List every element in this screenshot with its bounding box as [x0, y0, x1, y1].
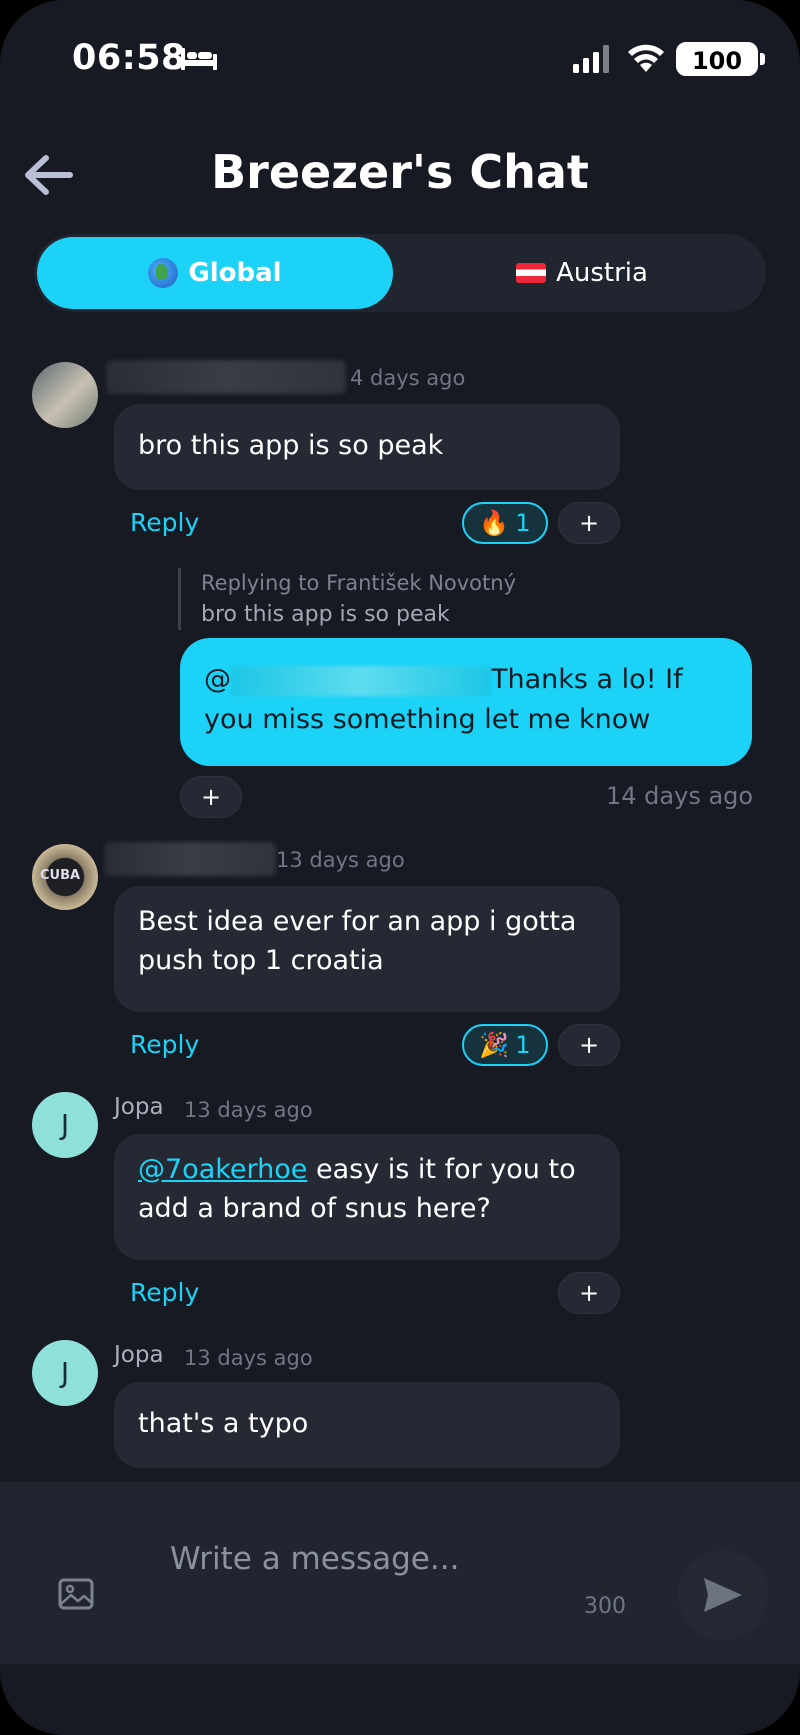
- add-reaction-button[interactable]: +: [558, 1024, 620, 1066]
- mention-link[interactable]: @7oakerhoe: [138, 1154, 307, 1185]
- message-text: bro this app is so peak: [138, 430, 444, 461]
- message-bubble[interactable]: @7oakerhoe easy is it for you to add a b…: [114, 1134, 620, 1260]
- battery-indicator: 100: [676, 42, 766, 76]
- fire-emoji-icon: 🔥: [479, 509, 510, 537]
- sender-name: Jopa: [114, 1342, 164, 1368]
- wifi-icon: [628, 44, 664, 72]
- redacted-mention: [231, 665, 491, 696]
- reaction-count: 1: [515, 1031, 531, 1059]
- bottom-safe-area: [0, 1664, 800, 1735]
- message-bubble[interactable]: that's a typo: [114, 1382, 620, 1468]
- reply-button[interactable]: Reply: [130, 1030, 199, 1059]
- message-bubble[interactable]: bro this app is so peak: [114, 404, 620, 490]
- redacted-username: [104, 842, 276, 876]
- avatar[interactable]: CUBA: [32, 844, 98, 910]
- message-time: 13 days ago: [184, 1098, 313, 1122]
- add-reaction-button[interactable]: +: [558, 502, 620, 544]
- battery-level: 100: [676, 42, 758, 76]
- tab-global-label: Global: [188, 258, 282, 288]
- tab-austria-label: Austria: [556, 258, 648, 288]
- message-time: 4 days ago: [350, 366, 466, 390]
- message-time: 13 days ago: [184, 1346, 313, 1370]
- mention-prefix: @: [204, 664, 231, 695]
- message-input[interactable]: [150, 1532, 650, 1586]
- reply-button[interactable]: Reply: [130, 1278, 199, 1307]
- redacted-username: [106, 360, 346, 394]
- message-text: Best idea ever for an app i gotta push t…: [138, 906, 577, 976]
- status-bar: 06:58 100: [0, 0, 800, 120]
- avatar[interactable]: J: [32, 1092, 98, 1158]
- chat-screen: 06:58 100 Breezer's Chat Global Austria …: [0, 0, 800, 1735]
- reaction-fire-button[interactable]: 🔥 1: [462, 502, 548, 544]
- quoted-text: bro this app is so peak: [201, 602, 450, 627]
- party-popper-emoji-icon: 🎉: [479, 1031, 510, 1059]
- chat-region-tabs: Global Austria: [34, 234, 766, 312]
- page-title: Breezer's Chat: [211, 145, 589, 199]
- globe-icon: [148, 258, 179, 288]
- reaction-party-button[interactable]: 🎉 1: [462, 1024, 548, 1066]
- avatar[interactable]: J: [32, 1340, 98, 1406]
- message-text: that's a typo: [138, 1408, 309, 1439]
- character-counter: 300: [584, 1594, 626, 1619]
- status-time: 06:58: [72, 38, 186, 78]
- austria-flag-icon: [516, 263, 547, 283]
- avatar[interactable]: [32, 362, 98, 428]
- reaction-count: 1: [515, 509, 531, 537]
- add-reaction-button[interactable]: +: [558, 1272, 620, 1314]
- tab-global[interactable]: Global: [37, 237, 393, 309]
- replying-to-label: Replying to František Novotný: [201, 571, 516, 595]
- tab-austria[interactable]: Austria: [404, 237, 760, 309]
- add-reaction-button[interactable]: +: [180, 776, 242, 818]
- send-button[interactable]: [678, 1550, 768, 1640]
- reply-quote: Replying to František Novotný bro this a…: [178, 568, 516, 630]
- message-time: 13 days ago: [276, 848, 405, 872]
- signal-icon: [573, 45, 609, 73]
- avatar-badge-text: CUBA: [40, 868, 81, 883]
- message-time: 14 days ago: [606, 782, 754, 810]
- image-attach-icon[interactable]: [58, 1578, 94, 1610]
- reply-button[interactable]: Reply: [130, 508, 199, 537]
- bed-icon: [181, 48, 217, 70]
- own-message-bubble[interactable]: @ Thanks a lo! If you miss something let …: [180, 638, 752, 766]
- battery-tip: [760, 53, 765, 65]
- send-icon: [704, 1578, 742, 1612]
- sender-name: Jopa: [114, 1094, 164, 1120]
- message-bubble[interactable]: Best idea ever for an app i gotta push t…: [114, 886, 620, 1012]
